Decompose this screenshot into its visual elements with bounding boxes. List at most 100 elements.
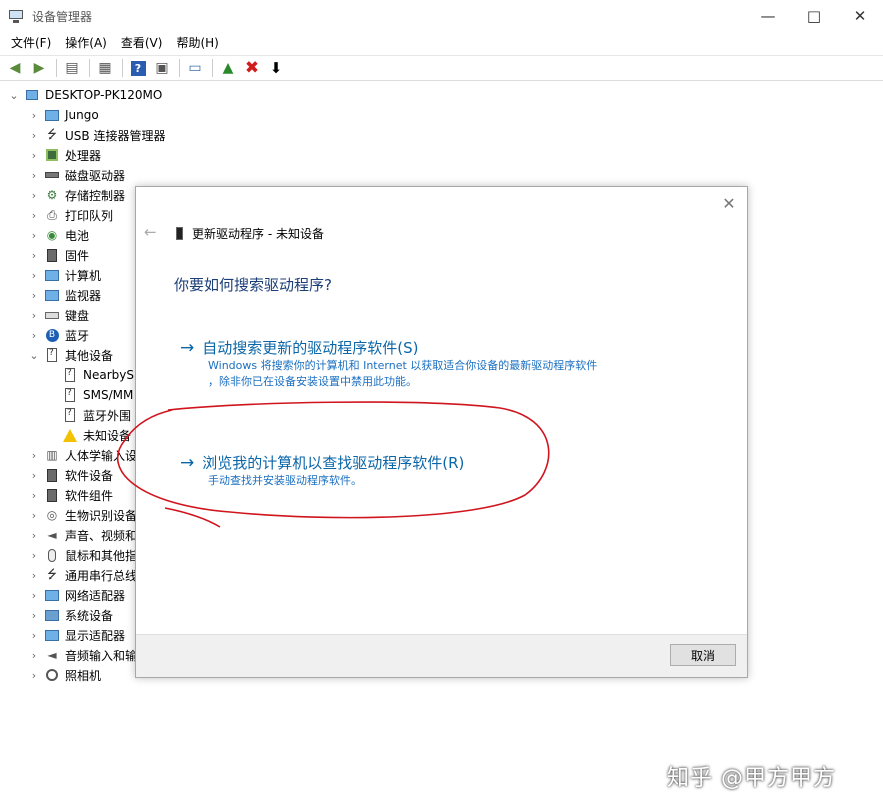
dialog-back-button[interactable]: ← <box>144 223 157 241</box>
chevron-right-icon[interactable]: › <box>28 469 40 482</box>
tree-item[interactable]: › ⭍ 通用串行总线 <box>28 565 137 585</box>
properties-button[interactable]: ▤ <box>61 57 83 79</box>
device-view-button[interactable]: ▣ <box>151 57 173 79</box>
tree-item-label: 系统设备 <box>65 608 114 623</box>
chevron-right-icon[interactable]: › <box>28 189 40 202</box>
refresh-view-button[interactable]: ▦ <box>94 57 116 79</box>
tree-item[interactable]: ⌄ 其他设备 <box>28 345 113 365</box>
browse-computer-option[interactable]: → 浏览我的计算机以查找驱动程序软件(R) 手动查找并安装驱动程序软件。 <box>180 452 464 489</box>
chevron-right-icon[interactable]: › <box>28 669 40 682</box>
chevron-right-icon[interactable]: › <box>28 229 40 242</box>
tree-item-label: 处理器 <box>65 148 102 163</box>
tree-item[interactable]: › 磁盘驱动器 <box>28 165 125 185</box>
tree-item[interactable]: › 固件 <box>28 245 89 265</box>
chevron-right-icon[interactable]: › <box>28 489 40 502</box>
minimize-icon: — <box>760 7 776 25</box>
dialog-question: 你要如何搜索驱动程序? <box>174 276 332 294</box>
chevron-right-icon[interactable]: › <box>28 249 40 262</box>
chevron-right-icon[interactable]: › <box>28 209 40 222</box>
maximize-icon: □ <box>806 7 822 25</box>
tree-sub-item[interactable]: NearbyS <box>62 365 134 385</box>
chevron-right-icon[interactable]: › <box>28 269 40 282</box>
update-driver-dialog: ✕ ← 更新驱动程序 - 未知设备 你要如何搜索驱动程序? → 自动搜索更新的驱… <box>135 186 748 678</box>
update-driver-icon: ▲ <box>222 60 234 76</box>
chevron-down-icon[interactable]: ⌄ <box>28 349 40 362</box>
scan-hardware-button[interactable]: ▭ <box>184 57 206 79</box>
menu-view[interactable]: 查看(V) <box>114 32 170 54</box>
tree-item[interactable]: › 软件设备 <box>28 465 113 485</box>
chevron-right-icon[interactable]: › <box>28 529 40 542</box>
tree-item[interactable]: › B 蓝牙 <box>28 325 89 345</box>
bluetooth-icon: B <box>44 327 60 343</box>
menu-action[interactable]: 操作(A) <box>58 32 114 54</box>
back-button[interactable]: ◀ <box>4 57 26 79</box>
auto-search-title: 自动搜索更新的驱动程序软件(S) <box>202 339 419 357</box>
tree-item-label: 蓝牙 <box>65 328 90 343</box>
display-icon <box>44 627 60 643</box>
uninstall-button[interactable]: ✖ <box>241 57 263 79</box>
chevron-right-icon[interactable]: › <box>28 129 40 142</box>
tree-item[interactable]: › 网络适配器 <box>28 585 125 605</box>
tree-item[interactable]: › ◎ 生物识别设备 <box>28 505 137 525</box>
tree-item-label: 电池 <box>65 228 90 243</box>
cancel-button[interactable]: 取消 <box>670 644 736 666</box>
tree-item-label: 计算机 <box>65 268 102 283</box>
update-driver-button[interactable]: ▲ <box>217 57 239 79</box>
monitor-icon <box>44 287 60 303</box>
close-button[interactable]: ✕ <box>837 0 883 32</box>
tree-item[interactable]: › ▥ 人体学输入设 <box>28 445 137 465</box>
tree-item[interactable]: › 处理器 <box>28 145 101 165</box>
chevron-right-icon[interactable]: › <box>28 109 40 122</box>
tree-item[interactable]: › 监视器 <box>28 285 101 305</box>
tree-item[interactable]: › 系统设备 <box>28 605 113 625</box>
tree-item[interactable]: › 软件组件 <box>28 485 113 505</box>
tree-item[interactable]: › ⎙ 打印队列 <box>28 205 113 225</box>
menu-bar: 文件(F) 操作(A) 查看(V) 帮助(H) <box>0 32 883 54</box>
maximize-button[interactable]: □ <box>791 0 837 32</box>
tree-item-label: Jungo <box>65 108 99 122</box>
menu-file[interactable]: 文件(F) <box>4 32 58 54</box>
tree-item[interactable]: › 显示适配器 <box>28 625 125 645</box>
chevron-right-icon[interactable]: › <box>28 609 40 622</box>
help-button[interactable]: ? <box>127 57 149 79</box>
minimize-button[interactable]: — <box>745 0 791 32</box>
chevron-right-icon[interactable]: › <box>28 329 40 342</box>
tree-item[interactable]: › ◄ 音频输入和输 <box>28 645 137 665</box>
arrow-right-icon: → <box>180 337 195 358</box>
forward-button[interactable]: ▶ <box>28 57 50 79</box>
chevron-right-icon[interactable]: › <box>28 649 40 662</box>
tree-item[interactable]: › 键盘 <box>28 305 89 325</box>
tree-item-label: SMS/MM <box>83 388 134 402</box>
menu-help[interactable]: 帮助(H) <box>169 32 225 54</box>
tree-sub-item[interactable]: SMS/MM <box>62 385 133 405</box>
chevron-right-icon[interactable]: › <box>28 289 40 302</box>
tree-sub-item[interactable]: 蓝牙外围 <box>62 405 131 425</box>
system-icon <box>44 607 60 623</box>
tree-item[interactable]: › ⭍ USB 连接器管理器 <box>28 125 166 145</box>
camera-icon <box>44 667 60 683</box>
chevron-right-icon[interactable]: › <box>28 149 40 162</box>
tree-item[interactable]: › Jungo <box>28 105 99 125</box>
chevron-right-icon[interactable]: › <box>28 549 40 562</box>
auto-search-option[interactable]: → 自动搜索更新的驱动程序软件(S) Windows 将搜索你的计算机和 Int… <box>180 337 597 390</box>
tree-item[interactable]: › ◄ 声音、视频和 <box>28 525 137 545</box>
tree-item[interactable]: › ⚙ 存储控制器 <box>28 185 125 205</box>
tree-item[interactable]: › ◉ 电池 <box>28 225 89 245</box>
chevron-right-icon[interactable]: › <box>28 509 40 522</box>
tree-item-label: 人体学输入设 <box>65 448 138 463</box>
device-manager-icon <box>8 8 24 24</box>
tree-item[interactable]: › 照相机 <box>28 665 101 685</box>
tree-item[interactable]: › 鼠标和其他指 <box>28 545 137 565</box>
chevron-right-icon[interactable]: › <box>28 629 40 642</box>
chevron-down-icon[interactable]: ⌄ <box>8 89 20 102</box>
chevron-right-icon[interactable]: › <box>28 169 40 182</box>
disable-device-button[interactable]: ⬇ <box>265 57 287 79</box>
dialog-close-button[interactable]: ✕ <box>719 193 739 213</box>
tree-sub-item[interactable]: 未知设备 <box>62 425 131 445</box>
chevron-right-icon[interactable]: › <box>28 449 40 462</box>
chevron-right-icon[interactable]: › <box>28 309 40 322</box>
chevron-right-icon[interactable]: › <box>28 589 40 602</box>
tree-item[interactable]: › 计算机 <box>28 265 101 285</box>
tree-root[interactable]: ⌄ DESKTOP-PK120MO <box>8 85 162 105</box>
chevron-right-icon[interactable]: › <box>28 569 40 582</box>
